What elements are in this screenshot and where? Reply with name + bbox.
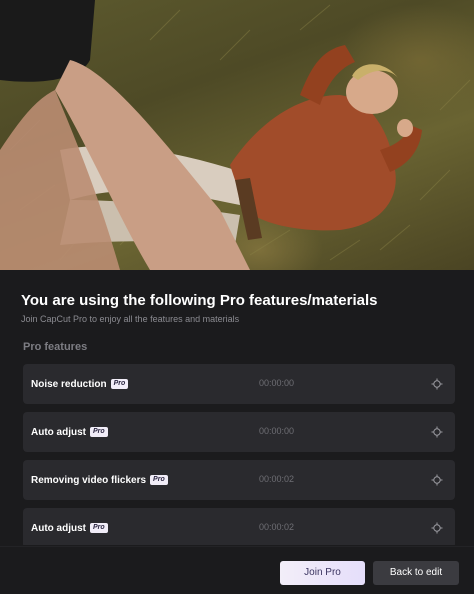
section-label-pro-features: Pro features <box>23 341 88 353</box>
join-pro-button[interactable]: Join Pro <box>280 561 365 585</box>
feature-time: 00:00:02 <box>259 474 295 484</box>
pro-badge: Pro <box>110 379 129 389</box>
footer-divider <box>0 546 474 547</box>
feature-name: Auto adjust <box>31 426 86 438</box>
target-icon[interactable] <box>431 378 443 390</box>
preview-image <box>0 0 474 270</box>
feature-row[interactable]: Auto adjust Pro 00:00:00 <box>23 412 455 452</box>
feature-name: Auto adjust <box>31 522 86 534</box>
feature-time: 00:00:00 <box>259 378 295 388</box>
target-icon[interactable] <box>431 522 443 534</box>
feature-row[interactable]: Auto adjust Pro 00:00:02 <box>23 508 455 545</box>
pro-badge: Pro <box>150 475 168 485</box>
dialog-title: You are using the following Pro features… <box>21 292 378 309</box>
feature-name: Noise reduction <box>31 378 107 390</box>
feature-name: Removing video flickers <box>31 474 147 486</box>
pro-badge: Pro <box>90 523 108 533</box>
back-to-edit-button[interactable]: Back to edit <box>373 561 459 585</box>
pro-features-list: Noise reduction Pro 00:00:00 Auto adjust… <box>23 364 455 545</box>
feature-row[interactable]: Removing video flickers Pro 00:00:02 <box>23 460 455 500</box>
target-icon[interactable] <box>431 426 443 438</box>
feature-time: 00:00:00 <box>259 426 295 436</box>
dialog-subtitle: Join CapCut Pro to enjoy all the feature… <box>21 314 240 324</box>
pro-badge: Pro <box>90 427 108 437</box>
feature-row[interactable]: Noise reduction Pro 00:00:00 <box>23 364 455 404</box>
target-icon[interactable] <box>431 474 443 486</box>
feature-time: 00:00:02 <box>259 522 295 532</box>
preview-illustration <box>0 0 471 270</box>
